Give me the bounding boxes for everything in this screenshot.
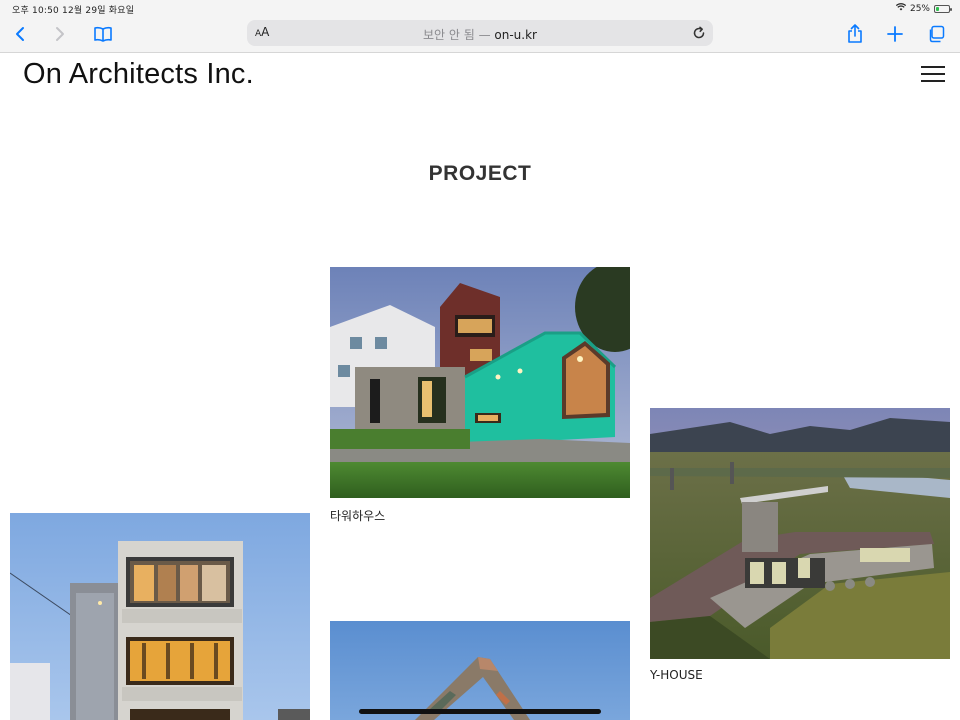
project-card-y-house[interactable]: Y-HOUSE xyxy=(650,408,950,690)
plus-icon xyxy=(887,26,903,42)
project-photo xyxy=(330,621,630,720)
project-caption: 타워하우스 xyxy=(330,509,386,523)
book-icon xyxy=(94,26,112,42)
project-photo xyxy=(10,513,310,720)
chevron-left-icon xyxy=(16,27,24,41)
url-host: on-u.kr xyxy=(494,28,537,42)
browser-toolbar: AA 보안 안 됨 — on-u.kr xyxy=(0,16,960,53)
project-photo xyxy=(650,408,950,659)
security-warning: 보안 안 됨 — xyxy=(422,28,495,42)
status-bar: 오후 10:50 12월 29일 화요일 25% xyxy=(0,0,960,16)
project-caption: Y-HOUSE xyxy=(650,668,703,682)
home-indicator xyxy=(359,709,601,714)
brand-name: Architects Inc. xyxy=(62,58,254,90)
url-display: 보안 안 됨 — on-u.kr xyxy=(247,26,713,43)
wifi-icon xyxy=(895,3,907,14)
status-time-date: 오후 10:50 12월 29일 화요일 xyxy=(12,6,135,16)
project-card-sculpture[interactable] xyxy=(330,621,630,720)
site-logo[interactable]: On Architects Inc. xyxy=(23,58,254,91)
new-tab-button[interactable] xyxy=(882,22,908,46)
bookmarks-button[interactable] xyxy=(90,22,116,46)
project-card-building[interactable] xyxy=(10,513,310,720)
tabs-overview-button[interactable] xyxy=(923,22,949,46)
status-right-group: 25% xyxy=(895,3,952,14)
share-icon xyxy=(848,24,862,43)
back-button[interactable] xyxy=(7,22,33,46)
project-card-tower-house[interactable]: 타워하우스 xyxy=(330,267,630,527)
battery-percent: 25% xyxy=(909,3,930,14)
reload-icon xyxy=(693,26,705,39)
brand-prefix: On xyxy=(23,58,63,90)
reload-button[interactable] xyxy=(691,25,707,41)
hamburger-menu-button[interactable] xyxy=(921,66,945,84)
tabs-icon xyxy=(929,25,945,43)
address-bar[interactable]: AA 보안 안 됨 — on-u.kr xyxy=(247,20,713,46)
battery-icon xyxy=(934,4,952,13)
project-photo xyxy=(330,267,630,498)
forward-button[interactable] xyxy=(47,22,73,46)
section-title: PROJECT xyxy=(428,162,532,185)
share-button[interactable] xyxy=(842,22,868,46)
chevron-right-icon xyxy=(56,27,64,41)
